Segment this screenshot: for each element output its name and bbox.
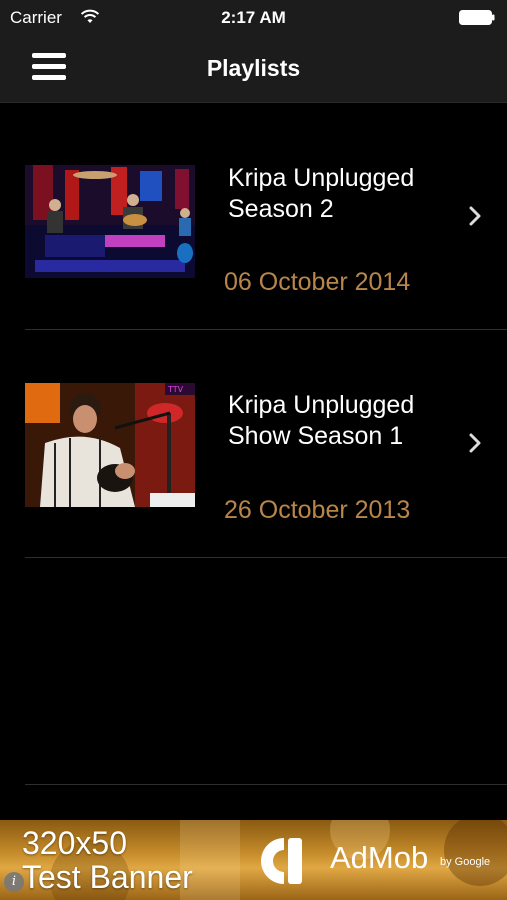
admob-logo-icon	[261, 838, 302, 884]
playlist-thumbnail	[25, 165, 195, 278]
playlist-date: 06 October 2014	[224, 268, 411, 296]
playlist-row[interactable]: Kripa Unplugged Season 2 06 October 2014	[0, 103, 507, 330]
chevron-right-icon	[469, 433, 481, 453]
thumbnail-badge-label: TTV	[167, 385, 184, 394]
admob-byline: by Google	[440, 856, 491, 868]
ad-banner[interactable]: 320x50 Test Banner AdMob by Google i	[0, 820, 507, 900]
playlist-list: Kripa Unplugged Season 2 06 October 2014…	[0, 103, 507, 558]
row-divider	[25, 557, 507, 558]
page-title: Playlists	[206, 55, 301, 81]
row-divider	[25, 784, 507, 785]
playlist-thumbnail: TTV	[25, 383, 195, 507]
status-bar: Carrier 2:17 AM	[0, 0, 507, 36]
clock: 2:17 AM	[221, 8, 286, 27]
ad-banner-line: 320x50	[22, 825, 127, 861]
playlist-title-line: Season 2	[228, 195, 334, 223]
admob-brand: AdMob	[330, 840, 429, 875]
ad-banner-text: 320x50 Test Banner	[22, 826, 193, 894]
playlist-title-line: Show Season 1	[228, 422, 404, 450]
playlist-title: Kripa Unplugged Season 2	[228, 163, 458, 225]
playlist-row[interactable]: TTV Kripa Unplugged Show Season 1 26 Oct…	[0, 330, 507, 558]
playlist-title: Kripa Unplugged Show Season 1	[228, 390, 458, 452]
ad-banner-line: Test Banner	[22, 859, 193, 895]
navigation-bar: Playlists	[0, 36, 507, 103]
playlist-title-line: Kripa Unplugged	[228, 164, 415, 192]
battery-icon	[459, 10, 495, 25]
playlist-date: 26 October 2013	[224, 496, 411, 524]
playlist-title-line: Kripa Unplugged	[228, 391, 415, 419]
info-icon[interactable]: i	[4, 872, 24, 892]
chevron-right-icon	[469, 206, 481, 226]
